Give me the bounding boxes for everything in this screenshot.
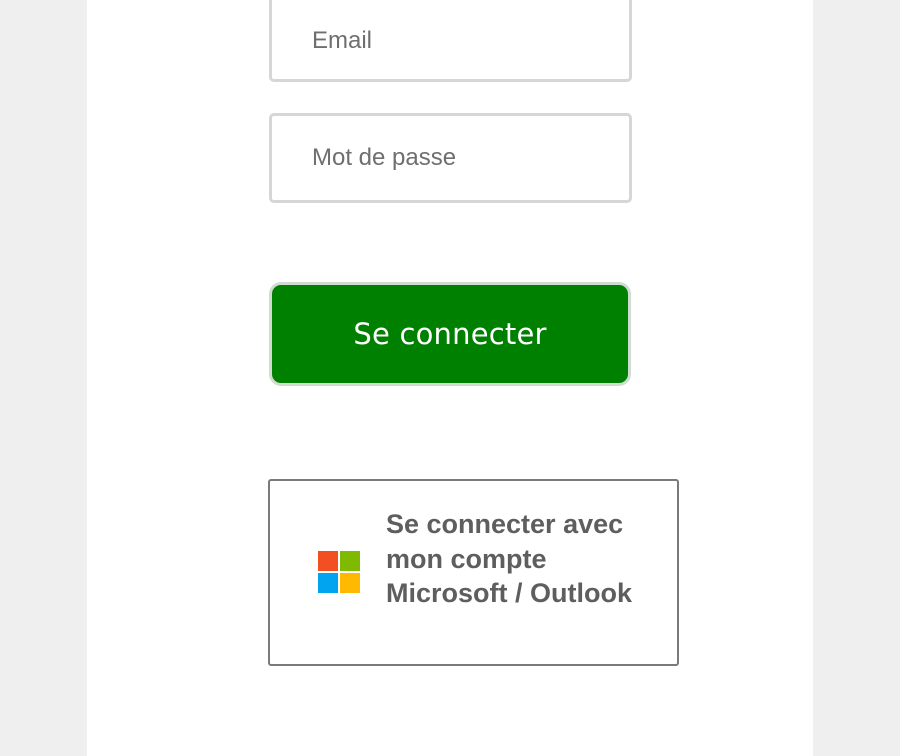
microsoft-logo-icon	[318, 551, 361, 594]
microsoft-logo-red-square	[318, 551, 338, 571]
email-field[interactable]	[269, 0, 632, 82]
microsoft-login-label: Se connecter avec mon compte Microsoft /…	[386, 509, 632, 608]
microsoft-logo-blue-square	[318, 573, 338, 593]
microsoft-logo-green-square	[340, 551, 360, 571]
login-button[interactable]: Se connecter	[269, 282, 631, 386]
password-field[interactable]	[269, 113, 632, 203]
microsoft-logo-yellow-square	[340, 573, 360, 593]
microsoft-login-button[interactable]: Se connecter avec mon compte Microsoft /…	[268, 479, 679, 666]
